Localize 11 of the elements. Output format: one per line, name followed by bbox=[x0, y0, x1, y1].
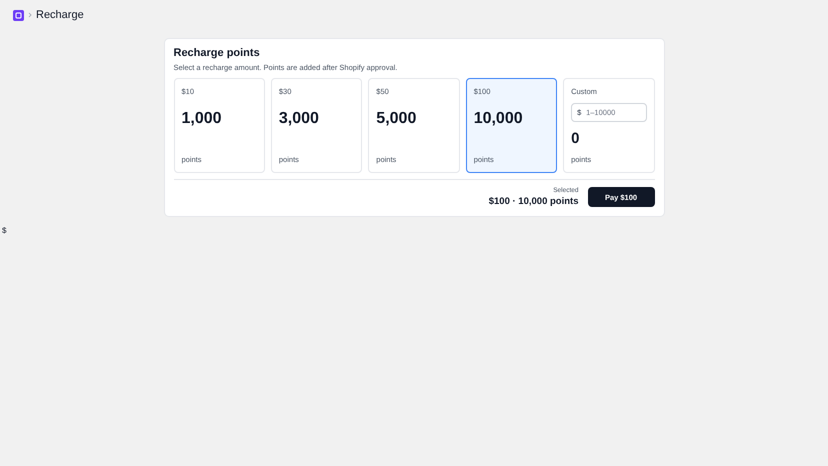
chevron-icon bbox=[28, 12, 32, 18]
app-logo-icon bbox=[13, 10, 24, 20]
option-points: 1,000 bbox=[182, 110, 222, 128]
page-title: Recharge bbox=[36, 9, 84, 21]
option-points: 3,000 bbox=[278, 110, 319, 128]
option-points: 5,000 bbox=[376, 110, 416, 128]
selected-summary: $100 · 10,000 points bbox=[488, 196, 578, 207]
option-points: 10,000 bbox=[474, 110, 523, 128]
card-title: Recharge points bbox=[174, 47, 261, 59]
stray-text: $ bbox=[2, 226, 6, 235]
option-points: 0 bbox=[571, 130, 580, 147]
